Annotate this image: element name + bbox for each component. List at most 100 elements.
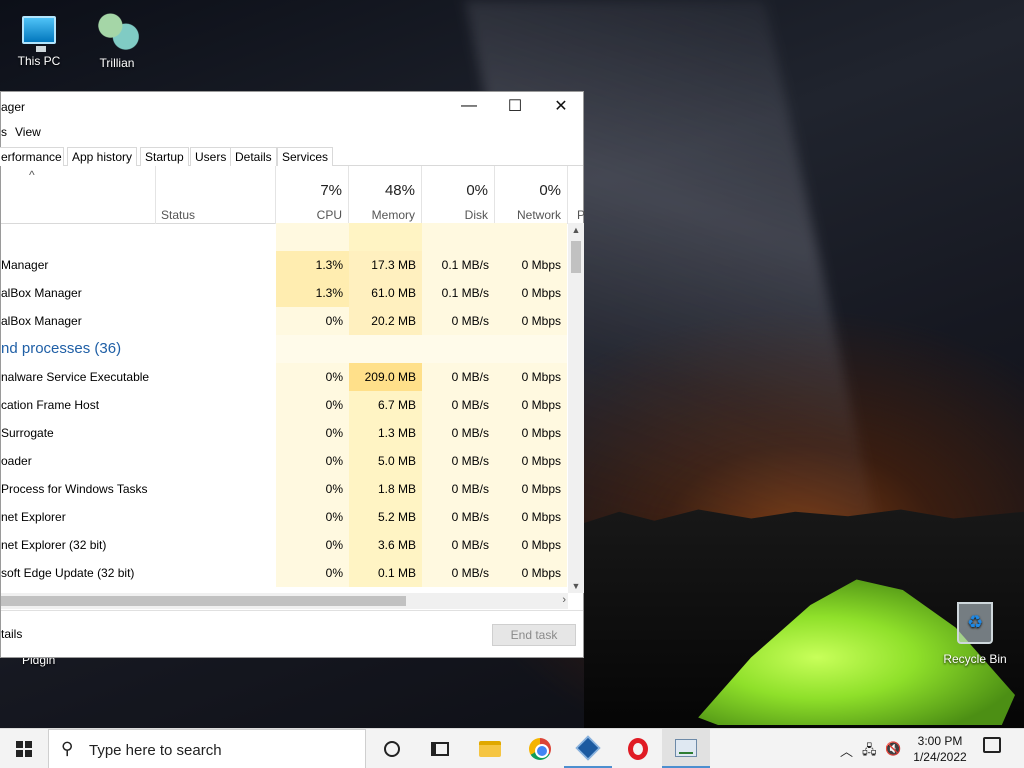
column-memory[interactable]: Memory: [349, 208, 415, 222]
cell-disk: 0.1 MB/s: [422, 251, 495, 279]
tab-users[interactable]: Users: [190, 147, 232, 166]
tab-startup[interactable]: Startup: [140, 147, 189, 166]
task-view-icon: [431, 742, 449, 756]
end-task-button[interactable]: End task: [492, 624, 576, 646]
volume-muted-icon[interactable]: 🔇: [885, 741, 901, 757]
process-name: net Explorer (32 bit): [1, 538, 107, 552]
table-row[interactable]: alBox Manager 0% 20.2 MB 0 MB/s 0 Mbps: [1, 307, 567, 335]
virtualbox-button[interactable]: [564, 729, 612, 768]
cell-net: 0 Mbps: [495, 279, 567, 307]
tab-app-history[interactable]: App history: [67, 147, 138, 166]
task-manager-window[interactable]: ager — ☐ ✕ s View erformance App history…: [0, 91, 585, 658]
fewer-details-link[interactable]: tails: [1, 627, 22, 641]
cell-disk: 0 MB/s: [422, 391, 495, 419]
desktop-icon-this-pc[interactable]: This PC: [4, 8, 74, 68]
cell-net: 0 Mbps: [495, 503, 567, 531]
table-row[interactable]: oader 0% 5.0 MB 0 MB/s 0 Mbps: [1, 447, 567, 475]
horizontal-scrollbar[interactable]: ›: [1, 593, 568, 609]
column-header: ^ Status 7% CPU 48% Memory 0% Disk 0% Ne…: [1, 166, 585, 224]
scroll-down-icon[interactable]: ▼: [568, 581, 584, 591]
maximize-button[interactable]: ☐: [492, 92, 538, 120]
clock[interactable]: 3:00 PM 1/24/2022: [906, 733, 974, 765]
column-status[interactable]: Status: [161, 208, 195, 222]
cell-cpu: 1.3%: [276, 279, 349, 307]
desktop-icon-recycle-bin[interactable]: Recycle Bin: [940, 602, 1010, 666]
file-explorer-button[interactable]: [466, 729, 514, 768]
title-bar[interactable]: ager — ☐ ✕: [1, 92, 583, 120]
column-power[interactable]: P: [577, 208, 585, 222]
group-header[interactable]: nd processes (36): [1, 335, 567, 363]
cell-mem: 3.6 MB: [349, 531, 422, 559]
network-icon[interactable]: 🖧: [862, 741, 877, 763]
chevron-up-icon[interactable]: ︿: [840, 741, 853, 760]
table-row[interactable]: cation Frame Host 0% 6.7 MB 0 MB/s 0 Mbps: [1, 391, 567, 419]
footer: tails End task: [1, 610, 583, 658]
network-total: 0%: [539, 182, 561, 199]
cell-cpu: 0%: [276, 419, 349, 447]
file-explorer-icon: [479, 741, 501, 757]
scroll-up-icon[interactable]: ▲: [568, 225, 584, 235]
taskbar: ⚲ Type here to search ︿ 🖧 🔇 3:00 PM 1/24…: [0, 728, 1024, 768]
scroll-thumb[interactable]: [1, 596, 406, 606]
table-row[interactable]: Process for Windows Tasks 0% 1.8 MB 0 MB/s 0…: [1, 475, 567, 503]
start-button[interactable]: [0, 729, 48, 768]
notification-icon[interactable]: [983, 737, 1001, 753]
desktop-icon-trillian[interactable]: Trillian: [82, 8, 152, 70]
process-name: nalware Service Executable: [1, 370, 150, 384]
cell-cpu: 0%: [276, 503, 349, 531]
tab-details[interactable]: Details: [230, 147, 277, 166]
column-network[interactable]: Network: [495, 208, 561, 222]
cell-mem: 5.2 MB: [349, 503, 422, 531]
cell-cpu: 0%: [276, 391, 349, 419]
table-row[interactable]: net Explorer (32 bit) 0% 3.6 MB 0 MB/s 0 Mbp…: [1, 531, 567, 559]
sort-arrow-icon[interactable]: ^: [29, 168, 35, 182]
cell-net: 0 Mbps: [495, 475, 567, 503]
cell-mem: [349, 223, 422, 251]
vertical-scrollbar[interactable]: ▲ ▼: [568, 223, 584, 593]
menu-view[interactable]: View: [15, 125, 41, 139]
virtualbox-icon: [575, 735, 601, 760]
cell-cpu: 1.3%: [276, 251, 349, 279]
task-manager-button[interactable]: [662, 729, 710, 768]
cell-net: 0 Mbps: [495, 251, 567, 279]
table-row[interactable]: net Explorer 0% 5.2 MB 0 MB/s 0 Mbps: [1, 503, 567, 531]
table-row[interactable]: soft Edge Update (32 bit) 0% 0.1 MB 0 MB/s 0…: [1, 559, 567, 587]
search-placeholder: Type here to search: [89, 742, 222, 759]
tab-bar: erformance App history Startup Users Det…: [0, 144, 583, 166]
table-row[interactable]: nalware Service Executable 0% 209.0 MB 0 MB…: [1, 363, 567, 391]
cell-mem: 1.3 MB: [349, 419, 422, 447]
cell-net: 0 Mbps: [495, 419, 567, 447]
window-title: ager: [1, 100, 26, 114]
table-row[interactable]: [1, 223, 567, 251]
scroll-thumb[interactable]: [571, 241, 581, 273]
search-box[interactable]: ⚲ Type here to search: [48, 729, 366, 768]
tab-services[interactable]: Services: [277, 147, 334, 166]
cell-net: [495, 223, 567, 251]
cell-cpu: 0%: [276, 475, 349, 503]
column-cpu[interactable]: CPU: [276, 208, 342, 222]
recycle-bin-icon: [957, 602, 993, 644]
scroll-right-icon[interactable]: ›: [562, 594, 566, 606]
close-button[interactable]: ✕: [538, 92, 584, 120]
table-row[interactable]: alBox Manager 1.3% 61.0 MB 0.1 MB/s 0 Mbps: [1, 279, 567, 307]
cell-net: 0 Mbps: [495, 307, 567, 335]
table-row[interactable]: Manager 1.3% 17.3 MB 0.1 MB/s 0 Mbps: [1, 251, 567, 279]
memory-total: 48%: [384, 182, 415, 199]
tab-performance[interactable]: erformance: [0, 147, 64, 166]
disk-total: 0%: [466, 182, 488, 199]
menu-options[interactable]: s: [1, 125, 7, 139]
minimize-button[interactable]: —: [446, 92, 492, 120]
column-disk[interactable]: Disk: [422, 208, 488, 222]
process-list: Manager 1.3% 17.3 MB 0.1 MB/s 0 Mbps alBox Ma…: [1, 223, 567, 593]
cell-disk: 0 MB/s: [422, 363, 495, 391]
cell-net: [495, 335, 567, 363]
cell-mem: 209.0 MB: [349, 363, 422, 391]
opera-button[interactable]: [614, 729, 662, 768]
task-view-button[interactable]: [416, 729, 464, 768]
cell-disk: 0 MB/s: [422, 419, 495, 447]
menu-bar: s View: [1, 120, 583, 144]
chrome-button[interactable]: [516, 729, 564, 768]
table-row[interactable]: Surrogate 0% 1.3 MB 0 MB/s 0 Mbps: [1, 419, 567, 447]
cell-disk: 0 MB/s: [422, 475, 495, 503]
cortana-button[interactable]: [368, 729, 416, 768]
